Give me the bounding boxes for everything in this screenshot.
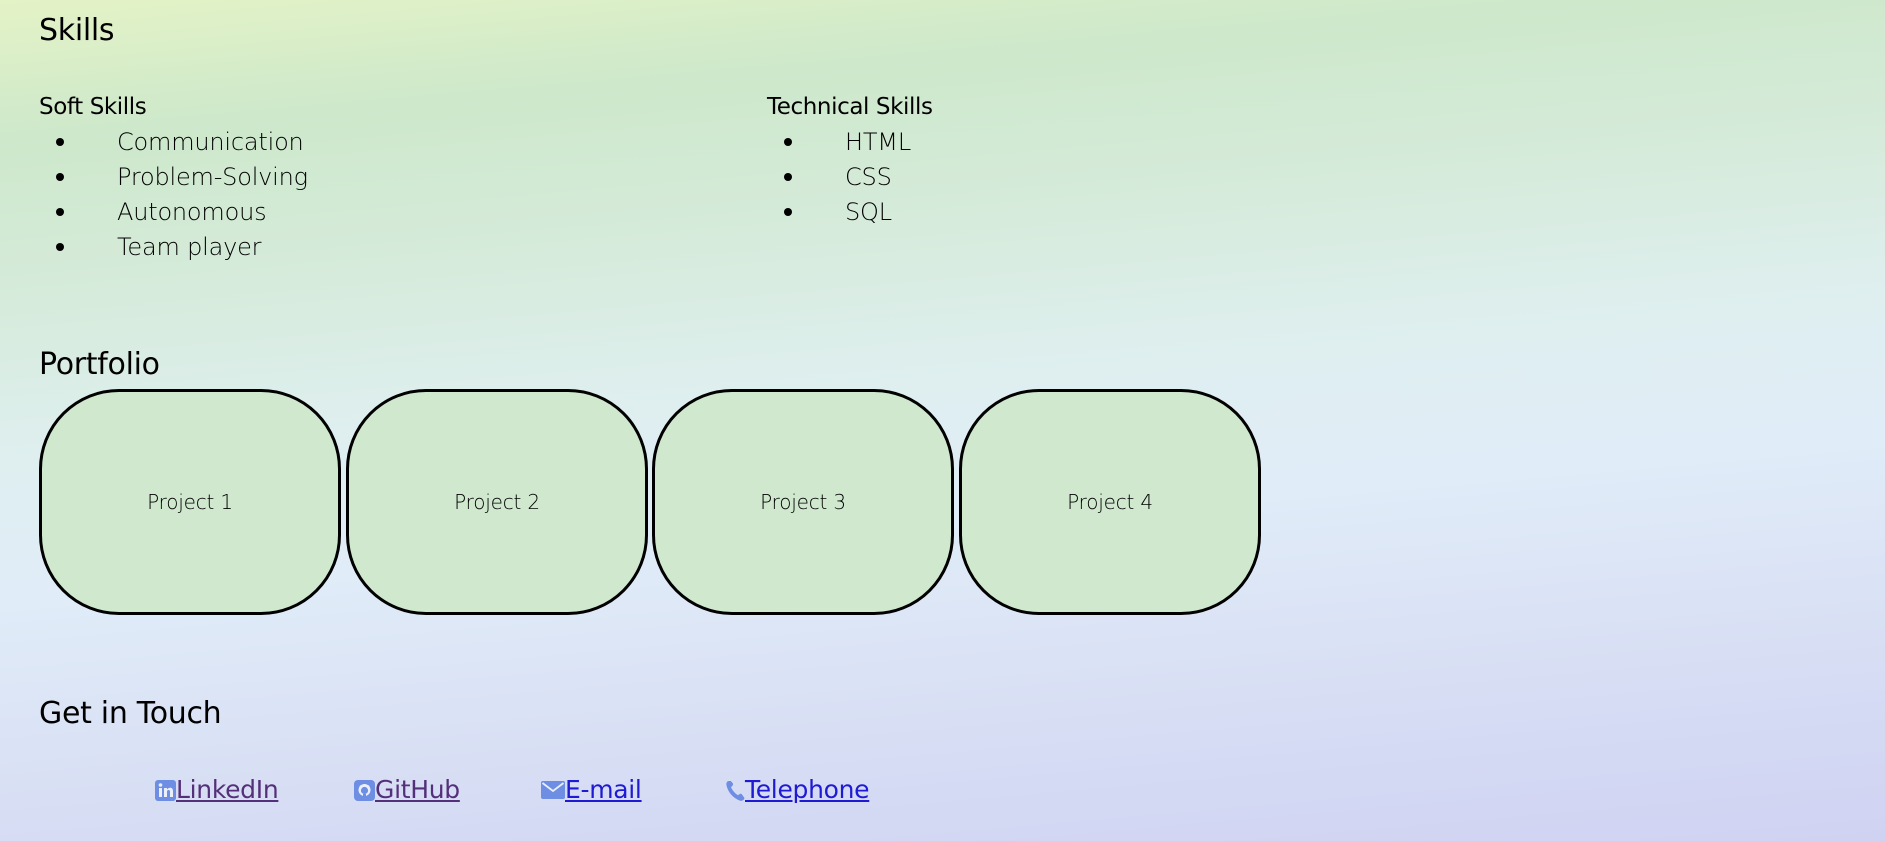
linkedin-link[interactable]: LinkedIn [155, 775, 279, 805]
soft-skill-label: Autonomous [117, 198, 267, 226]
technical-skill-item: HTML [767, 128, 911, 163]
soft-skill-item: Problem-Solving [39, 163, 308, 198]
soft-skill-item: Communication [39, 128, 308, 163]
soft-skills-list: Communication Problem-Solving Autonomous… [39, 128, 308, 268]
project-card-4[interactable]: Project 4 [959, 389, 1261, 615]
soft-skill-item: Autonomous [39, 198, 308, 233]
technical-skill-label: CSS [845, 163, 892, 191]
soft-skill-item: Team player [39, 233, 308, 268]
contact-heading: Get in Touch [39, 696, 222, 731]
bullet-icon [784, 208, 792, 216]
project-label: Project 3 [760, 490, 846, 514]
telephone-label: Telephone [745, 775, 870, 804]
github-label: GitHub [375, 775, 460, 804]
soft-skill-label: Problem-Solving [117, 163, 308, 191]
project-label: Project 1 [147, 490, 233, 514]
mail-icon [541, 781, 565, 799]
technical-skills-heading: Technical Skills [767, 94, 933, 120]
bullet-icon [784, 173, 792, 181]
phone-icon [726, 780, 745, 801]
bullet-icon [784, 138, 792, 146]
soft-skill-label: Communication [117, 128, 304, 156]
technical-skill-label: SQL [845, 198, 892, 226]
bullet-icon [56, 173, 64, 181]
portfolio-heading: Portfolio [39, 347, 160, 382]
github-icon [354, 779, 375, 801]
project-label: Project 4 [1067, 490, 1153, 514]
soft-skill-label: Team player [117, 233, 262, 261]
bullet-icon [56, 138, 64, 146]
linkedin-label: LinkedIn [176, 775, 279, 804]
project-label: Project 2 [454, 490, 540, 514]
email-label: E-mail [565, 775, 642, 804]
linkedin-icon [155, 779, 176, 801]
technical-skill-item: CSS [767, 163, 911, 198]
technical-skill-label: HTML [845, 128, 911, 156]
project-card-1[interactable]: Project 1 [39, 389, 341, 615]
project-card-2[interactable]: Project 2 [346, 389, 648, 615]
telephone-link[interactable]: Telephone [726, 775, 870, 805]
technical-skills-list: HTML CSS SQL [767, 128, 911, 233]
bullet-icon [56, 208, 64, 216]
bullet-icon [56, 243, 64, 251]
email-link[interactable]: E-mail [541, 775, 642, 805]
project-card-3[interactable]: Project 3 [652, 389, 954, 615]
technical-skill-item: SQL [767, 198, 911, 233]
soft-skills-heading: Soft Skills [39, 94, 147, 120]
github-link[interactable]: GitHub [354, 775, 460, 805]
skills-heading: Skills [39, 13, 115, 48]
